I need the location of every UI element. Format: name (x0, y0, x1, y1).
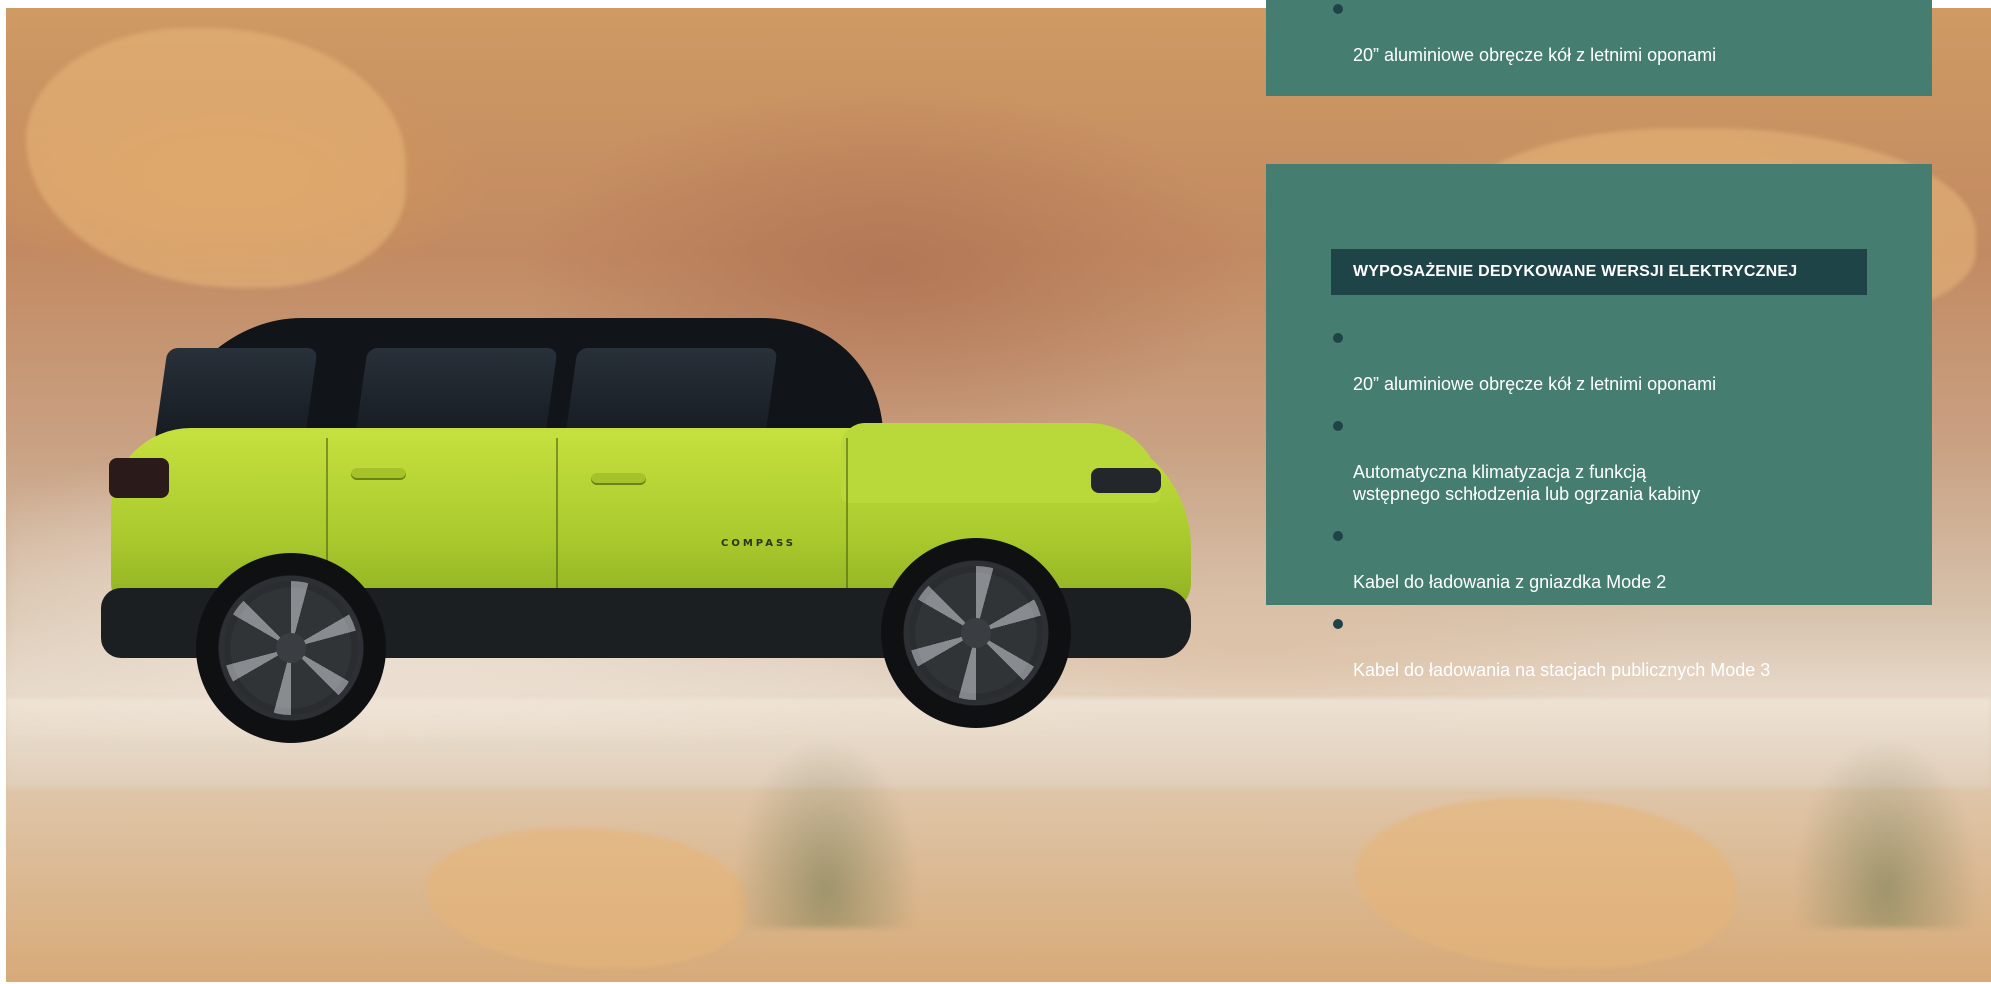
rear-wheel (196, 553, 386, 743)
front-wheel (881, 538, 1071, 728)
rock-formation-left (26, 28, 406, 288)
list-item: Kabel do ładowania na stacjach publiczny… (1331, 615, 1891, 681)
car-badge: COMPASS (721, 538, 796, 549)
electric-suv-car: COMPASS (101, 318, 1201, 743)
door-handle (351, 468, 406, 480)
bullet-icon (1333, 531, 1343, 541)
rock-foreground-right (1356, 798, 1736, 968)
bullet-icon (1333, 619, 1343, 629)
list-item: Kabel do ładowania z gniazdka Mode 2 (1331, 527, 1891, 593)
list-item-text: Kabel do ładowania na stacjach publiczny… (1353, 660, 1771, 680)
equipment-list-top: 20” aluminiowe obręcze kół z letnimi opo… (1331, 0, 1891, 66)
front-wheel-hub (961, 618, 991, 648)
rear-wheel-hub (276, 633, 306, 663)
list-item: Automatyczna klimatyzacja z funkcją wstę… (1331, 417, 1891, 505)
car-headlight (1091, 468, 1161, 493)
grass-clump (726, 728, 926, 928)
car-taillight (109, 458, 169, 498)
electric-equipment-panel: WYPOSAŻENIE DEDYKOWANE WERSJI ELEKTRYCZN… (1266, 164, 1932, 680)
bullet-icon (1333, 4, 1343, 14)
list-item-text: 20” aluminiowe obręcze kół z letnimi opo… (1353, 374, 1717, 394)
list-item-text: 20” aluminiowe obręcze kół z letnimi opo… (1353, 45, 1717, 65)
list-item: 20” aluminiowe obręcze kół z letnimi opo… (1331, 0, 1891, 66)
grass-clump-right (1786, 728, 1986, 928)
list-item-text: Automatyczna klimatyzacja z funkcją wstę… (1353, 462, 1701, 504)
door-handle (591, 473, 646, 485)
door-line (846, 438, 848, 608)
list-item-text: Kabel do ładowania z gniazdka Mode 2 (1353, 572, 1667, 592)
panel-heading: WYPOSAŻENIE DEDYKOWANE WERSJI ELEKTRYCZN… (1331, 249, 1867, 295)
page: COMPASS 20” aluminiowe obręcze kół z let… (0, 0, 1991, 984)
bullet-icon (1333, 333, 1343, 343)
rock-foreground (426, 828, 746, 968)
door-line (556, 438, 558, 608)
list-item: 20” aluminiowe obręcze kół z letnimi opo… (1331, 329, 1891, 395)
bullet-icon (1333, 421, 1343, 431)
equipment-list: 20” aluminiowe obręcze kół z letnimi opo… (1331, 329, 1891, 703)
equipment-panel-top: 20” aluminiowe obręcze kół z letnimi opo… (1266, 0, 1932, 96)
